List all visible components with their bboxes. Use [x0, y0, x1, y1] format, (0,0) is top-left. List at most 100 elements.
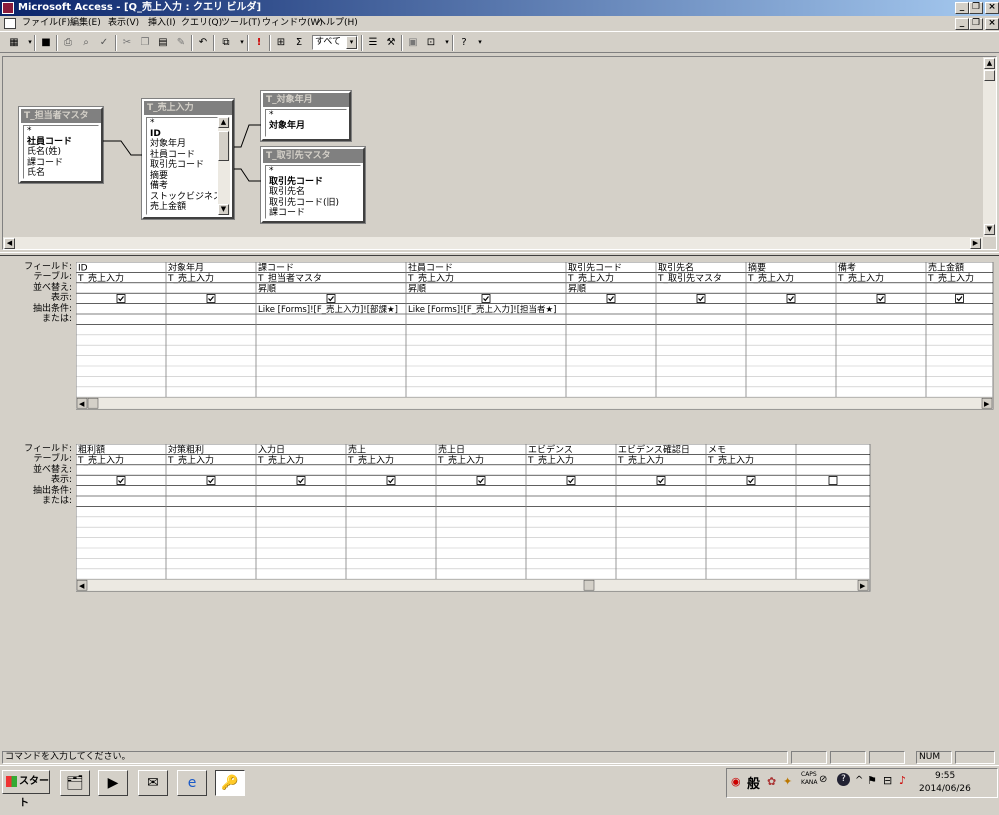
grid-criteria-cell[interactable]: Like [Forms]![F_売上入力]![部課★] — [258, 304, 398, 315]
table-area-vscroll[interactable]: ▲ ▼ — [983, 57, 996, 237]
grid-table-cell[interactable]: T_売上入力 — [527, 454, 574, 466]
grid-table-cell[interactable]: T_売上入力 — [837, 272, 884, 284]
grid-table-cell[interactable]: T_担当者マスタ — [257, 272, 322, 284]
child-minimize-button[interactable]: _ — [955, 18, 969, 30]
clock-time[interactable]: 9:55 — [935, 771, 955, 781]
flag-icon[interactable]: ⚑ — [867, 774, 877, 787]
outlook-icon[interactable]: ✉ — [138, 770, 168, 796]
grid-field-cell[interactable]: 入力日 — [258, 444, 285, 456]
grid-field-cell[interactable]: 摘要 — [748, 262, 766, 274]
show-checkbox[interactable] — [828, 476, 838, 485]
grid-field-cell[interactable]: メモ — [708, 446, 726, 456]
menu-insert[interactable]: 挿入(I) — [148, 17, 176, 30]
grid-table-cell[interactable]: T_売上入力 — [927, 272, 974, 284]
menu-window[interactable]: ウィンドウ(W) — [262, 17, 323, 30]
chevron-up-icon[interactable]: ^ — [855, 775, 863, 786]
grid-table-cell[interactable]: T_売上入力 — [77, 454, 124, 466]
database-window-icon[interactable]: ▣ — [405, 35, 421, 50]
chevron-down-icon[interactable]: ▾ — [346, 36, 357, 49]
help-circle-icon[interactable]: ? — [837, 773, 850, 786]
menu-edit[interactable]: 編集(E) — [70, 17, 101, 30]
query-type-icon[interactable]: ⧉ — [218, 35, 234, 50]
menu-query[interactable]: クエリ(Q) — [181, 17, 222, 30]
new-object-icon[interactable]: ⊡ — [423, 35, 439, 50]
menu-file[interactable]: ファイル(F) — [22, 17, 70, 30]
grid-field-cell[interactable]: 課コード — [258, 262, 294, 274]
query-grid-1-cells[interactable]: IDT_売上入力対象年月T_売上入力課コードT_担当者マスタ昇順Like [Fo… — [76, 262, 995, 412]
child-restore-button[interactable]: ❐ — [969, 18, 983, 30]
network-icon[interactable]: ⊟ — [883, 774, 892, 787]
view-icon[interactable]: ▦ — [6, 35, 22, 50]
show-checkbox[interactable] — [206, 476, 216, 485]
show-checkbox[interactable] — [696, 294, 706, 303]
grid-field-cell[interactable]: 売上金額 — [928, 262, 964, 274]
run-icon[interactable]: ! — [251, 35, 267, 50]
show-checkbox[interactable] — [746, 476, 756, 485]
show-checkbox[interactable] — [206, 294, 216, 303]
grid-field-cell[interactable]: エビデンス確認日 — [618, 444, 690, 456]
copy-icon[interactable]: ❐ — [137, 35, 153, 50]
start-button[interactable]: スタート — [2, 770, 50, 809]
print-icon[interactable]: ⎙ — [60, 35, 76, 50]
print-preview-icon[interactable]: ⌕ — [78, 35, 94, 50]
table-design-area[interactable]: T_担当者マスタ * 社員コード 氏名(姓) 課コード 氏名 T_売上入力 * … — [2, 56, 997, 250]
grid-sort-cell[interactable]: 昇順 — [408, 283, 426, 294]
grid-table-cell[interactable]: T_売上入力 — [437, 454, 484, 466]
show-checkbox[interactable] — [876, 294, 886, 303]
show-checkbox[interactable] — [955, 294, 964, 303]
show-checkbox[interactable] — [296, 476, 306, 485]
grid-field-cell[interactable]: 売上 — [348, 444, 366, 456]
child-close-button[interactable]: × — [985, 18, 999, 30]
menu-help[interactable]: ヘルプ(H) — [317, 17, 358, 30]
grid-field-cell[interactable]: 対象年月 — [168, 262, 204, 274]
scroll-thumb[interactable] — [984, 70, 995, 81]
ime-pad-icon[interactable]: ⊘ — [819, 774, 827, 785]
media-player-icon[interactable]: ▶ — [98, 770, 128, 796]
show-table-icon[interactable]: ⊞ — [273, 35, 289, 50]
grid-field-cell[interactable]: ID — [78, 264, 88, 274]
ime-dict-icon[interactable]: ✦ — [783, 775, 792, 788]
grid-table-cell[interactable]: T_売上入力 — [347, 454, 394, 466]
show-checkbox[interactable] — [116, 476, 126, 485]
grid-table-cell[interactable]: T_売上入力 — [257, 454, 304, 466]
grid-field-cell[interactable]: 対策粗利 — [168, 444, 204, 456]
grid-criteria-cell[interactable]: Like [Forms]![F_売上入力]![担当者★] — [408, 304, 556, 315]
help-dropdown-icon[interactable]: ▾ — [472, 35, 488, 50]
show-checkbox[interactable] — [786, 294, 796, 303]
ime-tool-icon[interactable]: ✿ — [767, 775, 776, 788]
grid-field-cell[interactable]: 取引先コード — [568, 262, 622, 274]
help-icon[interactable]: ? — [456, 35, 472, 50]
grid-table-cell[interactable]: T_売上入力 — [567, 272, 614, 284]
show-checkbox[interactable] — [386, 476, 396, 485]
access-taskbar-icon[interactable]: 🔑 — [215, 770, 245, 796]
clock-date[interactable]: 2014/06/26 — [919, 784, 971, 794]
scroll-up-icon[interactable]: ▲ — [984, 58, 995, 69]
grid-table-cell[interactable]: T_売上入力 — [617, 454, 664, 466]
query-window-icon[interactable] — [4, 18, 16, 29]
show-checkbox[interactable] — [606, 294, 616, 303]
grid-sort-cell[interactable]: 昇順 — [258, 283, 276, 294]
internet-explorer-icon[interactable]: e — [177, 770, 207, 796]
grid-table-cell[interactable]: T_売上入力 — [747, 272, 794, 284]
grid-field-cell[interactable]: 備考 — [838, 262, 856, 274]
show-checkbox[interactable] — [326, 294, 336, 303]
title-bar[interactable]: Microsoft Access - [Q_売上入力 : クエリ ビルダ] _ … — [0, 0, 999, 16]
build-icon[interactable]: ⚒ — [383, 35, 399, 50]
grid-table-cell[interactable]: T_売上入力 — [167, 454, 214, 466]
spelling-icon[interactable]: ✓ — [96, 35, 112, 50]
grid-table-cell[interactable]: T_取引先マスタ — [657, 272, 722, 284]
access-app-icon[interactable] — [2, 2, 14, 14]
scroll-right-icon[interactable]: ▶ — [970, 238, 981, 249]
totals-icon[interactable]: Σ — [291, 35, 307, 50]
scroll-left-icon[interactable]: ◀ — [4, 238, 15, 249]
grid-field-cell[interactable]: 売上日 — [438, 444, 465, 456]
grid-field-cell[interactable]: 取引先名 — [658, 262, 694, 274]
pane-splitter[interactable] — [0, 252, 999, 256]
cut-icon[interactable]: ✂ — [119, 35, 135, 50]
grid-table-cell[interactable]: T_売上入力 — [167, 272, 214, 284]
format-painter-icon[interactable]: ✎ — [173, 35, 189, 50]
menu-tools[interactable]: ツール(T) — [221, 17, 261, 30]
file-manager-icon[interactable]: 🗂 — [60, 770, 90, 796]
volume-icon[interactable]: ♪ — [899, 774, 906, 787]
show-checkbox[interactable] — [116, 294, 126, 303]
